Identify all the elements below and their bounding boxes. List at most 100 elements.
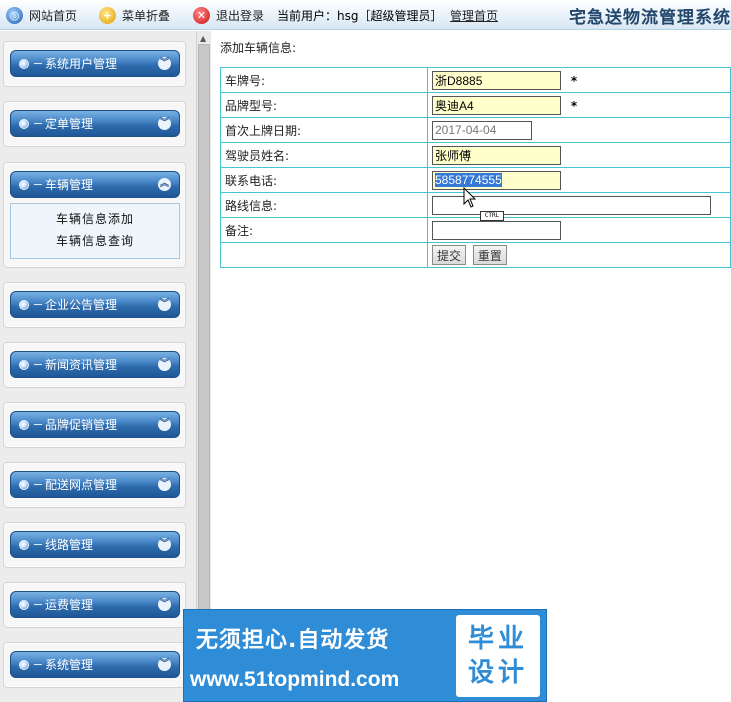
menu-header-label: 线路管理	[45, 538, 94, 552]
menu-header-label: 运费管理	[45, 598, 94, 612]
menu-header-label: 定单管理	[45, 117, 94, 131]
menu-header-label: 配送网点管理	[45, 478, 118, 492]
menu-header-news[interactable]: 新闻资讯管理 ︾	[10, 351, 180, 378]
menu-group-orders: 定单管理 ︾	[3, 101, 186, 147]
menu-header-announcements[interactable]: 企业公告管理 ︾	[10, 291, 180, 318]
phone-input[interactable]: 5858774555	[432, 170, 561, 190]
menu-header-routes[interactable]: 线路管理 ︾	[10, 531, 180, 558]
menu-header-delivery-points[interactable]: 配送网点管理 ︾	[10, 471, 180, 498]
submenu-item-add-vehicle[interactable]: 车辆信息添加	[11, 208, 179, 230]
form-row-register-date: 首次上牌日期:	[220, 117, 731, 143]
chevron-down-icon: ︾	[158, 298, 171, 311]
admin-home-label: 管理首页	[450, 8, 499, 23]
bullet-icon	[19, 299, 29, 310]
form-row-plate: 车牌号: *	[220, 67, 731, 93]
driver-name-input[interactable]	[432, 145, 561, 165]
mouse-cursor-icon	[463, 187, 477, 208]
site-home-label: 网站首页	[29, 8, 78, 23]
plate-label: 车牌号:	[220, 67, 428, 93]
bullet-line	[34, 364, 42, 365]
bullet-line	[34, 484, 42, 485]
form-row-driver: 驾驶员姓名:	[220, 142, 731, 168]
actions-cell: 提交 重置	[427, 242, 731, 268]
main-content: 添加车辆信息: 车牌号: * 品牌型号: * 首次上牌日期: 驾驶员姓名:	[212, 31, 731, 702]
menu-header-freight[interactable]: 运费管理 ︾	[10, 591, 180, 618]
menu-group-routes: 线路管理 ︾	[3, 522, 186, 568]
scroll-thumb[interactable]	[198, 44, 210, 644]
bullet-icon	[19, 599, 29, 610]
watermark-badge-line2: 设计	[467, 658, 528, 688]
current-user-label: 当前用户：hsg［超级管理员］	[277, 8, 443, 23]
bullet-icon	[19, 179, 29, 190]
phone-value-selected: 5858774555	[435, 173, 502, 187]
register-date-cell	[427, 117, 731, 143]
bullet-icon	[19, 419, 29, 430]
ctrl-key-badge: CTRL	[480, 211, 504, 221]
menu-collapse-label: 菜单折叠	[122, 8, 171, 23]
plate-cell: *	[427, 67, 731, 93]
chevron-down-icon: ︾	[158, 117, 171, 130]
chevron-down-icon: ︾	[158, 658, 171, 671]
menu-header-vehicles[interactable]: 车辆管理 ︽	[10, 171, 180, 198]
remark-label: 备注:	[220, 217, 428, 243]
register-date-input[interactable]	[432, 120, 532, 140]
watermark-url: www.51topmind.com	[190, 668, 400, 691]
vehicle-submenu: 车辆信息添加 车辆信息查询	[10, 203, 180, 259]
remark-input[interactable]	[432, 220, 561, 240]
menu-group-promotions: 品牌促销管理 ︾	[3, 402, 186, 448]
bullet-line	[34, 304, 42, 305]
form-title: 添加车辆信息:	[220, 41, 297, 55]
plate-number-input[interactable]	[432, 70, 561, 90]
menu-header-label: 系统用户管理	[45, 57, 118, 71]
close-icon: ✕	[193, 6, 210, 24]
bullet-line	[34, 123, 42, 124]
submit-button[interactable]: 提交	[432, 245, 467, 265]
logout-link[interactable]: ✕ 退出登录	[193, 6, 264, 24]
watermark-banner: 无须担心.自动发货 www.51topmind.com 毕业 设计	[183, 609, 547, 702]
menu-header-orders[interactable]: 定单管理 ︾	[10, 110, 180, 137]
bullet-icon	[19, 58, 29, 69]
form-row-actions: 提交 重置	[220, 242, 731, 268]
chevron-down-icon: ︾	[158, 598, 171, 611]
submenu-item-query-vehicle[interactable]: 车辆信息查询	[11, 230, 179, 252]
menu-header-system[interactable]: 系统管理 ︾	[10, 651, 180, 678]
menu-collapse-link[interactable]: + 菜单折叠	[99, 6, 170, 24]
remark-cell	[427, 217, 731, 243]
site-home-link[interactable]: ◎ 网站首页	[6, 6, 77, 24]
menu-group-freight: 运费管理 ︾	[3, 582, 186, 628]
menu-group-delivery-points: 配送网点管理 ︾	[3, 462, 186, 508]
menu-header-label: 新闻资讯管理	[45, 358, 118, 372]
menu-header-label: 车辆管理	[45, 178, 94, 192]
menu-header-label: 企业公告管理	[45, 298, 118, 312]
system-title: 宅急送物流管理系统	[569, 8, 731, 28]
reset-button[interactable]: 重置	[472, 245, 507, 265]
menu-header-system-users[interactable]: 系统用户管理 ︾	[10, 50, 180, 77]
bullet-icon	[19, 539, 29, 550]
vehicle-form-table: 车牌号: * 品牌型号: * 首次上牌日期: 驾驶员姓名:	[220, 67, 731, 268]
logout-label: 退出登录	[216, 8, 265, 23]
brand-model-input[interactable]	[432, 95, 561, 115]
bullet-line	[34, 63, 42, 64]
admin-home-link[interactable]: 管理首页	[450, 6, 498, 24]
actions-empty-cell	[220, 242, 428, 268]
bullet-line	[34, 604, 42, 605]
menu-header-promotions[interactable]: 品牌促销管理 ︾	[10, 411, 180, 438]
form-row-remark: 备注:	[220, 217, 731, 243]
bullet-line	[34, 184, 42, 185]
menu-header-label: 品牌促销管理	[45, 418, 118, 432]
sidebar-scrollbar[interactable]: ▲	[196, 31, 211, 702]
menu-group-system: 系统管理 ︾	[3, 642, 186, 688]
brand-cell: *	[427, 92, 731, 118]
required-mark: *	[570, 98, 578, 113]
bullet-icon	[19, 359, 29, 370]
menu-group-system-users: 系统用户管理 ︾	[3, 41, 186, 87]
menu-group-vehicles: 车辆管理 ︽ 车辆信息添加 车辆信息查询	[3, 162, 186, 268]
bullet-icon	[19, 118, 29, 129]
bullet-icon	[19, 479, 29, 490]
chevron-down-icon: ︾	[158, 358, 171, 371]
scroll-up-arrow-icon[interactable]: ▲	[200, 35, 209, 43]
watermark-badge-line1: 毕业	[467, 624, 528, 654]
watermark-badge: 毕业 设计	[456, 615, 540, 697]
bullet-line	[34, 544, 42, 545]
chevron-down-icon: ︾	[158, 418, 171, 431]
